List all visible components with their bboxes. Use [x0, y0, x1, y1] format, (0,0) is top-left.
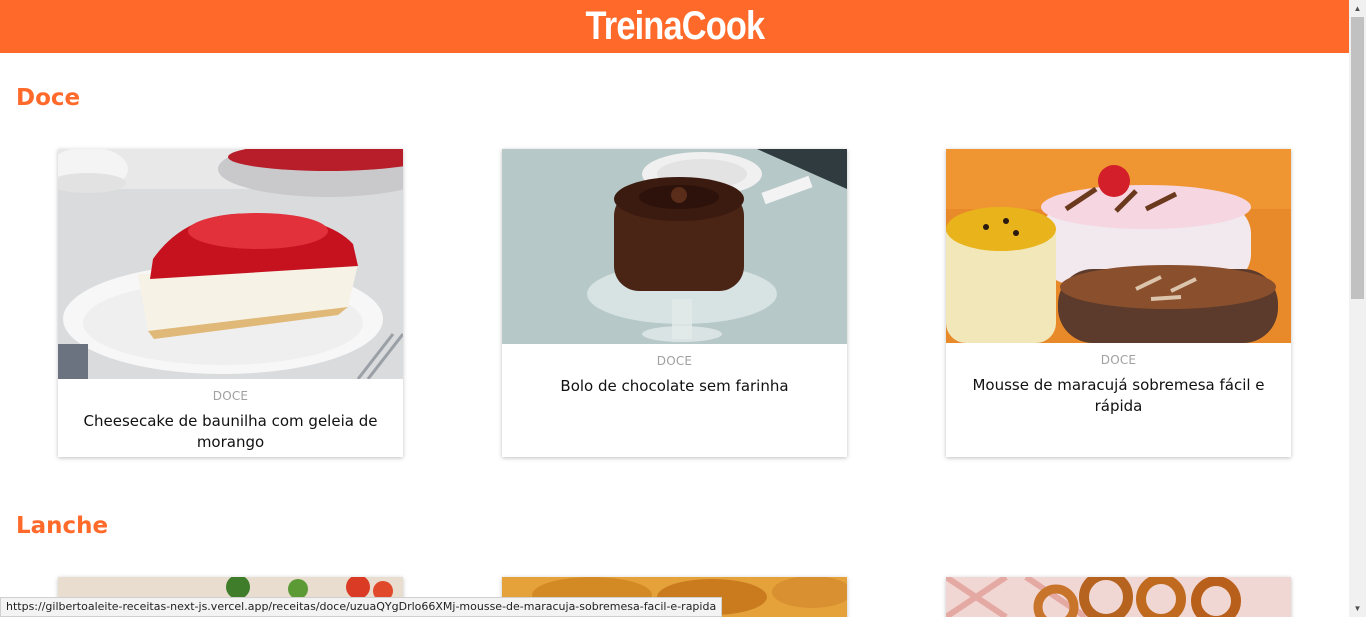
app-header: TreinaCook — [0, 0, 1349, 53]
card-category: DOCE — [656, 354, 693, 368]
card-title: Bolo de chocolate sem farinha — [560, 377, 789, 395]
chocolate-cake-image — [502, 149, 847, 344]
onion-rings-image — [946, 577, 1291, 617]
scroll-thumb[interactable] — [1351, 17, 1364, 299]
scroll-down-arrow-icon[interactable]: ▼ — [1349, 600, 1366, 617]
recipe-card-chocolate-cake[interactable]: DOCE Bolo de chocolate sem farinha — [502, 149, 847, 457]
app-logo[interactable]: TreinaCook — [585, 4, 765, 49]
vertical-scrollbar[interactable]: ▲ ▼ — [1349, 0, 1366, 617]
section-title-lanche: Lanche — [16, 513, 109, 539]
section-title-doce: Doce — [16, 85, 81, 111]
card-category: DOCE — [212, 389, 249, 403]
main-content: Doce DOCE Cheesecake de baunilha com gel… — [0, 53, 1349, 617]
link-status-bar: https://gilbertoaleite-receitas-next-js.… — [0, 597, 723, 617]
cheesecake-image — [58, 149, 403, 379]
card-title: Mousse de maracujá sobremesa fácil e ráp… — [972, 376, 1265, 415]
recipe-card-lanche-3[interactable] — [946, 577, 1291, 617]
recipe-card-mousse[interactable]: DOCE Mousse de maracujá sobremesa fácil … — [946, 149, 1291, 457]
recipe-card-cheesecake[interactable]: DOCE Cheesecake de baunilha com geleia d… — [58, 149, 403, 457]
card-category: DOCE — [1100, 353, 1137, 367]
card-title: Cheesecake de baunilha com geleia de mor… — [83, 412, 378, 451]
mousse-image — [946, 149, 1291, 343]
scroll-up-arrow-icon[interactable]: ▲ — [1349, 0, 1366, 17]
